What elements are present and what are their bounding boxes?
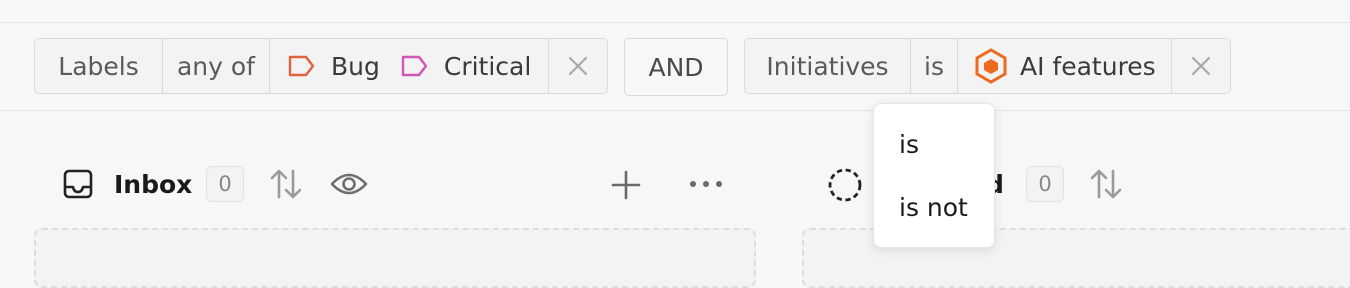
empty-card-placeholder [34, 228, 756, 288]
filter-operator[interactable]: any of [163, 39, 270, 93]
remove-filter-button[interactable] [549, 39, 607, 93]
column-header-inbox: Inbox [114, 162, 192, 206]
filter-values[interactable]: AI features [958, 39, 1172, 93]
eye-icon[interactable] [329, 168, 369, 200]
sort-arrows-icon[interactable] [1088, 167, 1124, 201]
filter-chip-initiatives: Initiatives is AI features [744, 38, 1231, 94]
close-icon [568, 56, 588, 76]
filter-values[interactable]: Bug Critical [270, 39, 549, 93]
label-bug: Bug [331, 51, 380, 81]
filter-chip-labels: Labels any of Bug Critical [34, 38, 608, 94]
tag-icon [288, 55, 315, 77]
top-toolbar [0, 0, 1350, 23]
filter-field[interactable]: Labels [35, 39, 163, 93]
add-icon[interactable] [610, 169, 642, 201]
column-count-badge: 0 [1026, 166, 1064, 202]
more-options-icon[interactable] [688, 174, 724, 194]
menu-option-is[interactable]: is [899, 130, 919, 159]
filter-field[interactable]: Initiatives [745, 39, 911, 93]
conjunction-toggle[interactable]: AND [624, 38, 728, 96]
remove-filter-button[interactable] [1172, 39, 1230, 93]
column-count-badge: 0 [206, 166, 244, 202]
inbox-icon [63, 169, 93, 199]
menu-option-is-not[interactable]: is not [899, 193, 968, 222]
backlog-dashed-circle-icon [828, 168, 862, 202]
initiative-ai-features: AI features [1020, 51, 1156, 81]
sort-arrows-icon[interactable] [268, 167, 304, 201]
operator-dropdown-menu: is is not [873, 103, 995, 248]
filter-operator[interactable]: is [911, 39, 958, 93]
label-critical: Critical [443, 51, 532, 81]
close-icon [1191, 56, 1211, 76]
tag-icon [401, 55, 428, 77]
column-title: Inbox [114, 169, 193, 199]
initiative-hexagon-icon [975, 48, 1007, 84]
